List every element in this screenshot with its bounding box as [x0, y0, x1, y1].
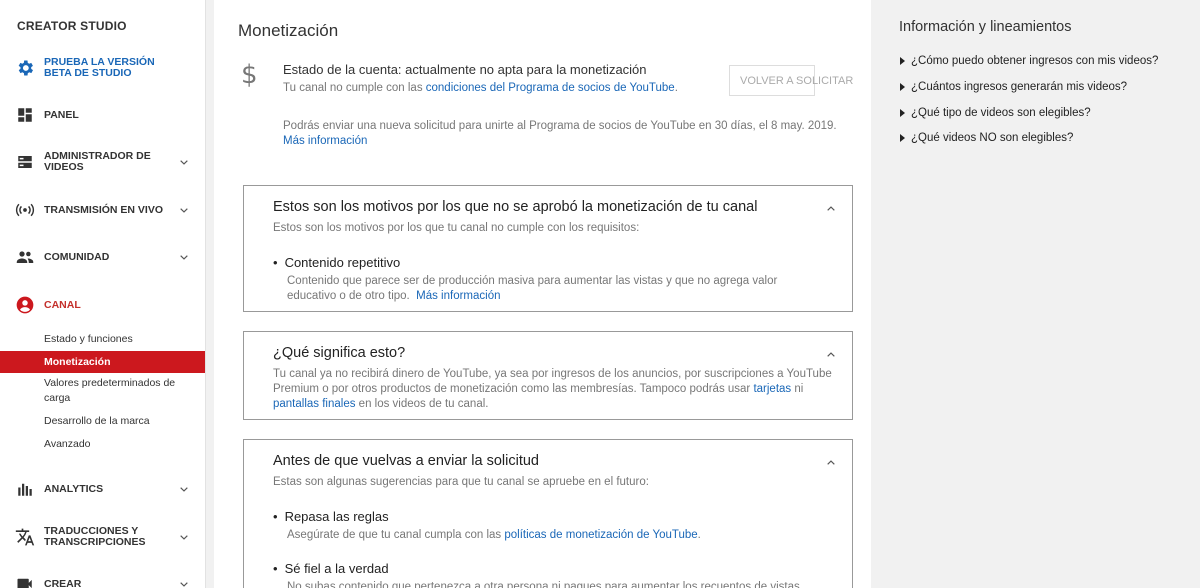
bullet-desc-text: Contenido que parece ser de producción m…: [287, 275, 778, 302]
card-body-text: ni: [791, 383, 804, 395]
bar-chart-icon: [15, 479, 35, 499]
card-body: Tu canal ya no recibirá dinero de YouTub…: [273, 367, 843, 412]
reapply-button[interactable]: VOLVER A SOLICITAR: [729, 65, 853, 96]
partner-program-conditions-link[interactable]: condiciones del Programa de socios de Yo…: [426, 82, 675, 94]
account-status-subtitle: Tu canal no cumple con las condiciones d…: [283, 82, 678, 94]
sidebar-item-label: ADMINISTRADOR DE VIDEOS: [44, 150, 151, 173]
sidebar-subitem-monetization[interactable]: Monetización: [0, 351, 205, 373]
status-sub-suffix: .: [674, 82, 678, 94]
meaning-card: ¿Qué significa esto? Tu canal ya no reci…: [243, 331, 853, 420]
people-icon: [15, 247, 35, 267]
card-subtitle: Estos son los motivos por los que tu can…: [273, 222, 640, 234]
card-title: Estos son los motivos por los que no se …: [273, 199, 758, 215]
sidebar-item-panel[interactable]: PANEL: [0, 100, 205, 130]
chevron-up-icon[interactable]: [824, 202, 838, 216]
card-title: Antes de que vuelvas a enviar la solicit…: [273, 453, 539, 469]
sidebar-item-beta-studio[interactable]: PRUEBA LA VERSIÓN BETA DE STUDIO: [0, 53, 205, 83]
help-link-label: ¿Cuántos ingresos generarán mis videos?: [911, 81, 1128, 93]
bullet-description: Contenido que parece ser de producción m…: [287, 274, 827, 304]
main-content: Monetización $ Estado de la cuenta: actu…: [214, 0, 871, 588]
live-broadcast-icon: [15, 200, 35, 220]
caret-right-icon: [900, 57, 905, 65]
bullet-desc-suffix: .: [697, 529, 701, 541]
caret-right-icon: [900, 109, 905, 117]
sidebar-item-label: TRADUCCIONES Y TRANSCRIPCIONES: [44, 525, 146, 548]
brand-title: CREATOR STUDIO: [17, 19, 127, 33]
chevron-up-icon[interactable]: [824, 348, 838, 362]
chevron-down-icon[interactable]: [177, 577, 191, 588]
more-info-link[interactable]: Más información: [416, 290, 500, 302]
help-link-not-eligible[interactable]: ¿Qué videos NO son elegibles?: [900, 132, 1073, 144]
help-link-label: ¿Qué tipo de videos son elegibles?: [911, 107, 1091, 119]
bullet-title: Contenido repetitivo: [273, 255, 401, 270]
sidebar-item-analytics[interactable]: ANALYTICS: [0, 474, 205, 504]
card-title: ¿Qué significa esto?: [273, 345, 406, 361]
sidebar-item-video-manager[interactable]: ADMINISTRADOR DE VIDEOS: [0, 147, 205, 177]
sidebar-item-label: CANAL: [44, 298, 81, 311]
sidebar-item-label: TRANSMISIÓN EN VIVO: [44, 203, 164, 216]
bullet-description: Asegúrate de que tu canal cumpla con las…: [287, 528, 827, 543]
chevron-down-icon[interactable]: [177, 530, 191, 544]
help-link-earn[interactable]: ¿Cómo puedo obtener ingresos con mis vid…: [900, 55, 1158, 67]
cards-link[interactable]: tarjetas: [753, 383, 791, 395]
dollar-icon: $: [241, 60, 258, 90]
page-title: Monetización: [238, 21, 339, 40]
chevron-down-icon[interactable]: [177, 203, 191, 217]
help-link-label: ¿Qué videos NO son elegibles?: [911, 132, 1074, 144]
sidebar-item-label: PRUEBA LA VERSIÓN BETA DE STUDIO: [44, 56, 155, 79]
bullet-desc-text: Asegúrate de que tu canal cumpla con las: [287, 529, 505, 541]
bullet-title: Repasa las reglas: [273, 509, 389, 524]
card-subtitle: Estas son algunas sugerencias para que t…: [273, 476, 649, 488]
status-sub-text: Tu canal no cumple con las: [283, 82, 426, 94]
sidebar-item-label: ANALYTICS: [44, 482, 104, 495]
account-circle-icon: [15, 295, 35, 315]
bullet-title: Sé fiel a la verdad: [273, 561, 389, 576]
help-link-label: ¿Cómo puedo obtener ingresos con mis vid…: [911, 55, 1159, 67]
video-manager-icon: [15, 152, 35, 172]
reapply-notice-text: Podrás enviar una nueva solicitud para u…: [283, 120, 837, 132]
help-panel-title: Información y lineamientos: [899, 19, 1072, 35]
sidebar-item-label: CREAR: [44, 577, 82, 588]
card-body-text: en los videos de tu canal.: [355, 398, 489, 410]
chevron-down-icon[interactable]: [177, 482, 191, 496]
sidebar-item-translations[interactable]: TRADUCCIONES Y TRANSCRIPCIONES: [0, 522, 205, 552]
account-status-title: Estado de la cuenta: actualmente no apta…: [283, 62, 647, 77]
monetization-policies-link[interactable]: políticas de monetización de YouTube: [504, 529, 697, 541]
before-reapply-card: Antes de que vuelvas a enviar la solicit…: [243, 439, 853, 588]
dashboard-icon: [15, 105, 35, 125]
chevron-down-icon[interactable]: [177, 155, 191, 169]
caret-right-icon: [900, 83, 905, 91]
end-screens-link[interactable]: pantallas finales: [273, 398, 355, 410]
bullet-description: No subas contenido que pertenezca a otra…: [287, 581, 800, 588]
help-link-how-much[interactable]: ¿Cuántos ingresos generarán mis videos?: [900, 81, 1127, 93]
sidebar-item-label: PANEL: [44, 108, 79, 121]
card-body-text: Tu canal ya no recibirá dinero de YouTub…: [273, 368, 832, 395]
translate-icon: [15, 527, 35, 547]
help-link-eligible-types[interactable]: ¿Qué tipo de videos son elegibles?: [900, 107, 1091, 119]
sidebar-item-create[interactable]: CREAR: [0, 569, 205, 588]
sidebar-subitem-status[interactable]: Estado y funciones: [0, 332, 205, 347]
sidebar-item-community[interactable]: COMUNIDAD: [0, 242, 205, 272]
sidebar-subitem-advanced[interactable]: Avanzado: [0, 437, 205, 452]
sidebar-item-live[interactable]: TRANSMISIÓN EN VIVO: [0, 195, 205, 225]
sidebar-subitem-branding[interactable]: Desarrollo de la marca: [0, 414, 205, 429]
sidebar-subitem-upload-defaults[interactable]: Valores predeterminados de carga: [0, 376, 190, 406]
more-info-link[interactable]: Más información: [283, 135, 367, 147]
reasons-card: Estos son los motivos por los que no se …: [243, 185, 853, 312]
chevron-up-icon[interactable]: [824, 456, 838, 470]
reapply-notice: Podrás enviar una nueva solicitud para u…: [283, 119, 843, 149]
video-camera-icon: [15, 574, 35, 588]
sidebar-item-canal[interactable]: CANAL: [0, 290, 205, 320]
sidebar: CREATOR STUDIO PRUEBA LA VERSIÓN BETA DE…: [0, 0, 206, 588]
sidebar-item-label: COMUNIDAD: [44, 250, 110, 263]
chevron-down-icon[interactable]: [177, 250, 191, 264]
caret-right-icon: [900, 134, 905, 142]
gear-icon: [15, 58, 35, 78]
